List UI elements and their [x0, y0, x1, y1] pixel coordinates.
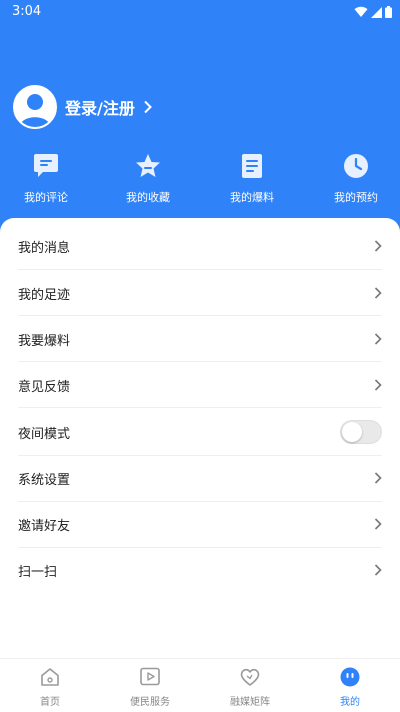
quick-label: 我的爆料	[230, 191, 274, 204]
chevron-right-icon	[374, 333, 382, 345]
wifi-icon	[354, 6, 368, 18]
battery-icon	[385, 6, 392, 18]
chevron-right-icon	[374, 518, 382, 530]
quick-my-comments[interactable]: 我的评论	[6, 152, 86, 208]
bottom-tab-bar: 首页 便民服务 融媒矩阵 我的	[0, 658, 400, 712]
tab-label: 我的	[340, 697, 360, 708]
menu-label: 夜间模式	[18, 426, 71, 442]
menu-label: 我的足迹	[18, 287, 71, 303]
chevron-right-icon	[374, 240, 382, 252]
status-icons	[354, 5, 392, 19]
heart-icon	[240, 668, 260, 686]
menu-label: 邀请好友	[18, 518, 71, 534]
tab-media-matrix[interactable]: 融媒矩阵	[200, 659, 300, 712]
menu-label: 扫一扫	[18, 564, 58, 580]
quick-my-reservations[interactable]: 我的预约	[316, 152, 396, 208]
avatar-placeholder-icon	[15, 87, 55, 127]
chevron-right-icon	[374, 564, 382, 576]
menu-label: 系统设置	[18, 472, 71, 488]
settings-menu: 我的消息 我的足迹 我要爆料 意见反馈 夜间模式 系统设置 邀请好友 扫一扫	[0, 218, 400, 658]
tab-label: 便民服务	[130, 697, 170, 708]
status-bar: 3:04	[0, 0, 400, 24]
quick-label: 我的预约	[334, 191, 378, 204]
menu-invite-friends[interactable]: 邀请好友	[18, 501, 382, 547]
tab-label: 融媒矩阵	[230, 697, 270, 708]
divider	[18, 407, 382, 408]
signal-icon	[371, 6, 382, 18]
menu-submit-report[interactable]: 我要爆料	[18, 316, 382, 362]
chevron-right-icon	[374, 472, 382, 484]
profile-face-icon	[340, 667, 360, 687]
chevron-right-icon	[374, 287, 382, 299]
tab-services[interactable]: 便民服务	[100, 659, 200, 712]
quick-actions: 我的评论 我的收藏 我的爆料 我的预约	[0, 152, 400, 208]
menu-label: 我的消息	[18, 240, 71, 256]
profile-header: 3:04 登录/注册 我的评论 我的收藏 我的爆料 我的预约	[0, 0, 400, 240]
toggle-knob	[342, 422, 362, 442]
tab-home[interactable]: 首页	[0, 659, 100, 712]
avatar[interactable]	[13, 85, 57, 129]
status-time: 3:04	[12, 4, 42, 19]
login-register-link[interactable]: 登录/注册	[65, 95, 135, 119]
menu-system-settings[interactable]: 系统设置	[18, 455, 382, 501]
menu-scan[interactable]: 扫一扫	[18, 547, 382, 593]
document-icon	[242, 154, 262, 178]
menu-night-mode: 夜间模式	[18, 409, 382, 455]
quick-label: 我的评论	[24, 191, 68, 204]
video-play-icon	[140, 667, 160, 686]
menu-label: 意见反馈	[18, 379, 71, 395]
menu-my-messages[interactable]: 我的消息	[18, 223, 382, 269]
quick-my-reports[interactable]: 我的爆料	[212, 152, 292, 208]
night-mode-toggle[interactable]	[340, 420, 382, 444]
clock-icon	[344, 154, 368, 178]
home-icon	[41, 668, 59, 686]
quick-my-favorites[interactable]: 我的收藏	[108, 152, 188, 208]
login-entry[interactable]: 登录/注册	[13, 84, 153, 130]
tab-mine[interactable]: 我的	[300, 659, 400, 712]
chevron-right-icon	[374, 379, 382, 391]
chevron-right-icon	[144, 100, 152, 114]
menu-feedback[interactable]: 意见反馈	[18, 362, 382, 408]
menu-label: 我要爆料	[18, 333, 71, 349]
quick-label: 我的收藏	[126, 191, 170, 204]
comment-icon	[34, 154, 58, 177]
menu-my-footprints[interactable]: 我的足迹	[18, 270, 382, 316]
star-icon	[136, 154, 160, 177]
tab-label: 首页	[40, 697, 60, 708]
